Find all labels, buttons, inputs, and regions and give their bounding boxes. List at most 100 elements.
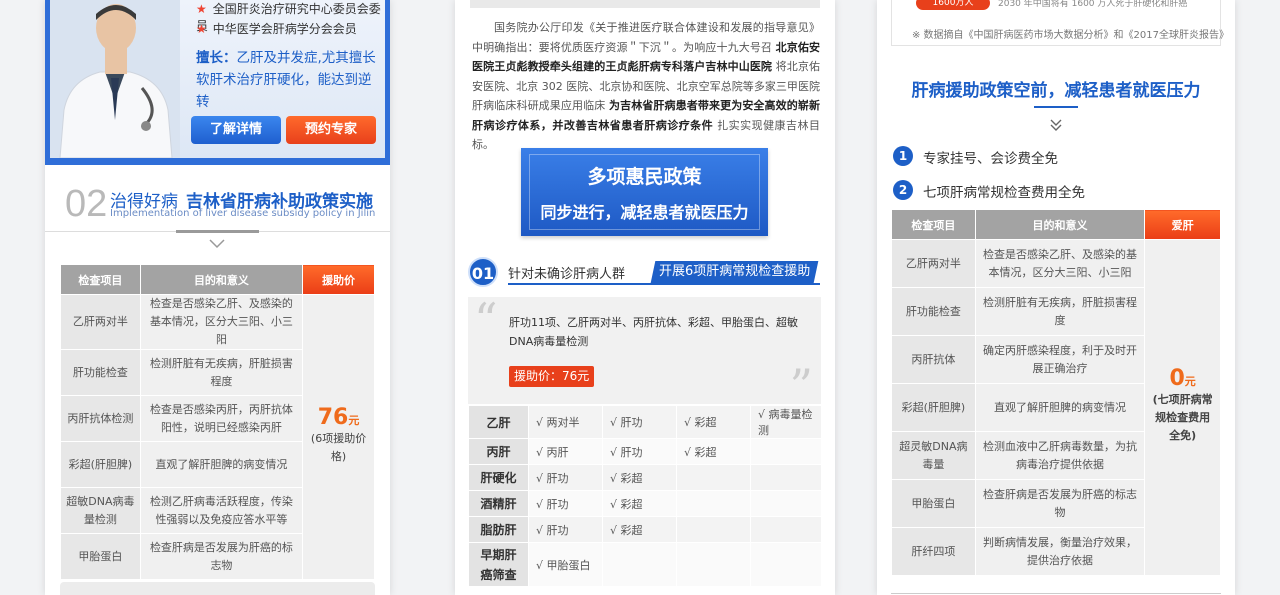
price-cell: 76元 (6项援助价格) — [302, 294, 375, 580]
title-underline — [1034, 106, 1078, 108]
grid-cell: √ 彩超 — [676, 438, 751, 465]
table-cell-purpose: 确定丙肝感染程度，利于及时开展正确治疗 — [974, 335, 1146, 384]
table-cell-item: 彩超(肝胆脾) — [60, 441, 141, 488]
row-label: 乙肝 — [468, 405, 529, 439]
table-header: 检查项目 — [60, 264, 141, 295]
divider-accent — [176, 230, 259, 233]
intro-paragraph: 国务院办公厅印发《关于推进医疗联合体建设和发展的指导意见》中明确指出：要将优质医… — [472, 21, 821, 151]
table-header-price: 爱肝 — [1144, 209, 1221, 240]
table-cell-item: 甲胎蛋白 — [891, 479, 976, 528]
subsection-tag: 开展6项肝病常规检查援助 — [650, 261, 819, 283]
table-cell-item: 彩超(肝胆脾) — [891, 383, 976, 432]
check-grid: 乙肝 √ 两对半 √ 肝功 √ 彩超 √ 病毒量检测 丙肝 √ 丙肝 √ 肝功 … — [468, 405, 822, 587]
credential-2: ★ 中华医学会肝病学分会会员 — [196, 22, 357, 36]
price-tag: 援助价：76元 — [509, 366, 595, 387]
benefit-text: 专家挂号、会诊费全免 — [923, 151, 1058, 167]
star-icon: ★ — [196, 2, 207, 16]
quote-open-icon: “ — [474, 293, 498, 347]
row-label: 脂肪肝 — [468, 516, 529, 543]
stat-text: 2030 年中国将有 1600 万人死于肝硬化和肝癌 — [998, 0, 1188, 9]
table-cell-item: 丙肝抗体 — [891, 335, 976, 384]
grid-cell: √ 甲胎蛋白 — [528, 542, 603, 587]
star-icon: ★ — [196, 22, 207, 36]
free-checkup-table: 检查项目 目的和意义 爱肝 乙肝两对半 检查是否感染乙肝、及感染的基本情况，区分… — [891, 209, 1221, 576]
table-cell-purpose: 检测乙肝病毒活跃程度，传染性强弱以及免疫应答水平等 — [139, 487, 304, 534]
grid-cell — [750, 516, 822, 543]
table-cell-item: 乙肝两对半 — [891, 239, 976, 288]
subsection-text: 针对未确诊肝病人群 — [508, 267, 626, 282]
grid-cell: √ 病毒量检测 — [750, 405, 822, 439]
row-label: 早期肝癌筛查 — [468, 542, 529, 587]
panel-subsidy-policy: ★ 全国肝炎治疗研究中心委员会委员 ★ 中华医学会肝病学分会会员 擅长：乙肝及并发症… — [45, 0, 390, 595]
grid-cell: √ 彩超 — [602, 464, 677, 491]
number-badge: 01 — [468, 257, 498, 287]
section-title: 肝病援助政策空前，减轻患者就医压力 — [911, 81, 1201, 101]
number-badge: 2 — [893, 180, 913, 200]
panel-free-checkups: 1600万人 2030 年中国将有 1600 万人死于肝硬化和肝癌 ※ 数据摘自… — [877, 0, 1235, 595]
table-cell-purpose: 检查是否感染丙肝，丙肝抗体阳性，说明已经感染丙肝 — [139, 395, 304, 442]
grid-cell — [750, 464, 822, 491]
table-cell-purpose: 直观了解肝胆脾的病变情况 — [974, 383, 1146, 432]
quote-box: “ 肝功11项、乙肝两对半、丙肝抗体、彩超、甲胎蛋白、超敏DNA病毒量检测 援助… — [468, 293, 821, 413]
table-cell-purpose: 检测血液中乙肝病毒数量，为抗病毒治疗提供依据 — [974, 431, 1146, 480]
grid-cell — [676, 516, 751, 543]
grid-cell — [676, 464, 751, 491]
subsection-heading: 01 针对未确诊肝病人群 开展6项肝病常规检查援助 — [468, 257, 823, 287]
grid-cell: √ 彩超 — [602, 490, 677, 517]
table-cell-purpose: 检查是否感染乙肝、及感染的基本情况，区分大三阳、小三阳 — [139, 294, 304, 350]
row-label: 酒精肝 — [468, 490, 529, 517]
next-block — [60, 582, 375, 595]
grid-cell: √ 彩超 — [602, 516, 677, 543]
table-cell-item: 超灵敏DNA病毒量 — [891, 431, 976, 480]
table-cell-purpose: 检查是否感染乙肝、及感染的基本情况，区分大三阳、小三阳 — [974, 239, 1146, 288]
grid-cell — [676, 490, 751, 517]
underline — [508, 283, 820, 285]
banner-subtitle: 同步进行，减轻患者就医压力 — [540, 203, 749, 222]
book-expert-button[interactable]: 预约专家 — [286, 116, 376, 144]
grid-cell: √ 肝功 — [602, 405, 677, 439]
table-cell-item: 肝功能检查 — [891, 287, 976, 336]
double-chevron-down-icon — [1050, 119, 1062, 131]
table-cell-purpose: 检查肝病是否发展为肝癌的标志物 — [974, 479, 1146, 528]
grid-cell: √ 丙肝 — [528, 438, 603, 465]
benefit-text: 七项肝病常规检查费用全免 — [923, 185, 1085, 201]
number-badge: 1 — [893, 146, 913, 166]
table-cell-item: 肝功能检查 — [60, 349, 141, 396]
table-cell-item: 乙肝两对半 — [60, 294, 141, 350]
table-cell-item: 肝纤四项 — [891, 527, 976, 576]
data-source: ※ 数据摘自《中国肝病医药市场大数据分析》和《2017全球肝炎报告》 — [912, 30, 1230, 41]
grid-cell: √ 肝功 — [528, 464, 603, 491]
grid-cell — [676, 542, 751, 587]
table-cell-purpose: 检测肝脏有无疾病，肝脏损害程度 — [974, 287, 1146, 336]
table-header: 目的和意义 — [974, 209, 1146, 240]
grid-cell — [750, 438, 822, 465]
quote-text: 肝功11项、乙肝两对半、丙肝抗体、彩超、甲胎蛋白、超敏DNA病毒量检测 — [509, 316, 798, 348]
subsidy-table: 检查项目 目的和意义 援助价 乙肝两对半 检查是否感染乙肝、及感染的基本情况，区… — [60, 264, 375, 580]
grid-cell: √ 肝功 — [528, 516, 603, 543]
policy-banner: 多项惠民政策 同步进行，减轻患者就医压力 — [521, 148, 768, 236]
stat-pill: 1600万人 — [916, 0, 990, 10]
row-label: 丙肝 — [468, 438, 529, 465]
grid-cell: √ 肝功 — [528, 490, 603, 517]
table-header: 目的和意义 — [139, 264, 304, 295]
stat-box: 1600万人 2030 年中国将有 1600 万人死于肝硬化和肝癌 ※ 数据摘自… — [891, 0, 1229, 46]
grid-cell: √ 彩超 — [676, 405, 751, 439]
price-cell: 0元 (七项肝病常规检查费用全免) — [1144, 239, 1221, 576]
table-header-price: 援助价 — [302, 264, 375, 295]
table-cell-purpose: 检测肝脏有无疾病，肝脏损害程度 — [139, 349, 304, 396]
banner-title: 多项惠民政策 — [587, 166, 702, 188]
table-cell-item: 超敏DNA病毒量检测 — [60, 487, 141, 534]
specialty-text: 擅长：乙肝及并发症,尤其擅长软肝术治疗肝硬化，能达到逆转 — [196, 50, 376, 110]
grid-cell — [750, 490, 822, 517]
row-label: 肝硬化 — [468, 464, 529, 491]
chevron-down-icon — [209, 239, 225, 249]
table-cell-purpose: 判断病情发展，衡量治疗效果，提供治疗依据 — [974, 527, 1146, 576]
grid-cell: √ 肝功 — [602, 438, 677, 465]
panel-policy-intro: 国务院办公厅印发《关于推进医疗联合体建设和发展的指导意见》中明确指出：要将优质医… — [455, 0, 835, 595]
learn-more-button[interactable]: 了解详情 — [191, 116, 281, 144]
grid-cell: √ 两对半 — [528, 405, 603, 439]
table-cell-purpose: 检查肝病是否发展为肝癌的标志物 — [139, 533, 304, 580]
grid-cell — [750, 542, 822, 587]
grid-cell — [602, 542, 677, 587]
table-cell-item: 丙肝抗体检测 — [60, 395, 141, 442]
